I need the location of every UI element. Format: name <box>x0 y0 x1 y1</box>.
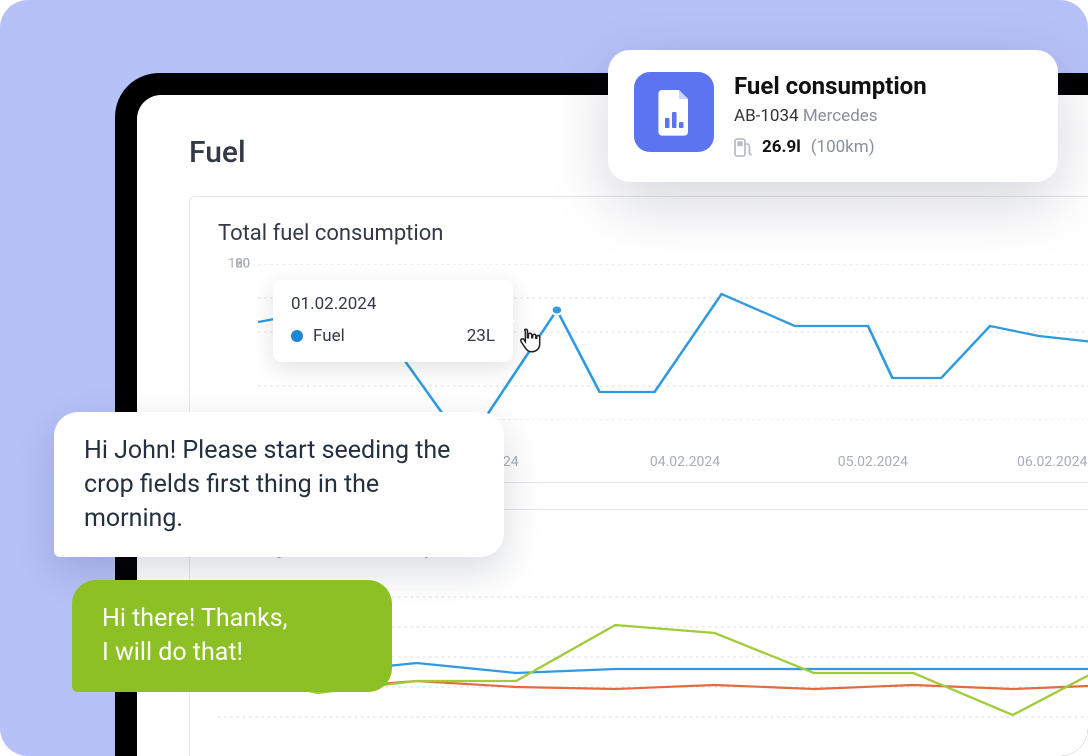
tooltip-series-dot <box>291 330 303 342</box>
fuel-card-model: Mercedes <box>803 106 878 126</box>
chat-message-text: I will do that! <box>102 636 362 670</box>
xtick: 06.02.2024 <box>1017 454 1087 470</box>
tooltip-date: 01.02.2024 <box>291 294 495 314</box>
fuel-card-body: Fuel consumption AB-1034 Mercedes 26.9l … <box>734 72 1032 158</box>
cursor-hand-icon <box>516 326 542 356</box>
panel-total-fuel-title: Total fuel consumption <box>218 221 1088 246</box>
chart-tooltip: 01.02.2024 Fuel 23L <box>273 280 513 362</box>
xtick: 05.02.2024 <box>838 454 908 470</box>
chat-message-text: Hi there! Thanks, <box>102 602 362 636</box>
fuel-card-per: (100km) <box>811 137 875 157</box>
chat-message-text: Hi John! Please start seeding the crop f… <box>84 436 450 533</box>
fuel-consumption-card[interactable]: Fuel consumption AB-1034 Mercedes 26.9l … <box>608 50 1058 182</box>
chat-message-incoming: Hi there! Thanks, I will do that! <box>72 580 392 692</box>
report-file-icon <box>634 72 714 152</box>
fuel-card-plate: AB-1034 <box>734 106 799 126</box>
fuel-card-rate: 26.9l <box>762 137 801 157</box>
ytick: 20 <box>235 257 250 272</box>
fuel-card-vehicle: AB-1034 Mercedes <box>734 106 1032 126</box>
fuel-card-title: Fuel consumption <box>734 72 1032 100</box>
chart-marker <box>551 306 562 315</box>
chat-message-outgoing: Hi John! Please start seeding the crop f… <box>54 412 504 557</box>
stage: Fuel Total fuel consumption 100 80 60 20 <box>0 0 1088 756</box>
xtick: 04.02.2024 <box>650 454 720 470</box>
fuel-card-metrics: 26.9l (100km) <box>734 136 1032 158</box>
tooltip-series-label: Fuel <box>313 326 345 346</box>
fuel-pump-icon <box>734 136 752 158</box>
tooltip-value: 23L <box>467 326 495 346</box>
